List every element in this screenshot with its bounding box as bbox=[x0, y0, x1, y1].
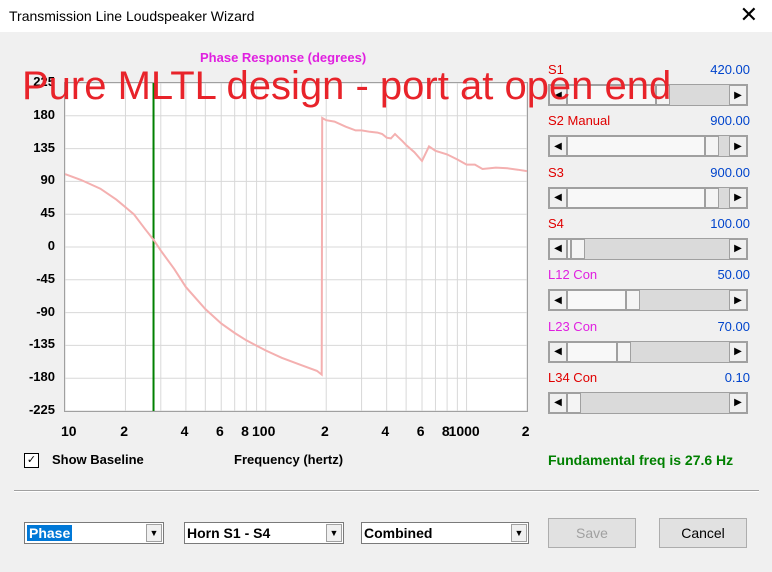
slider-scrollbar[interactable]: ◀ ▶ bbox=[548, 289, 748, 312]
y-tick-label: -45 bbox=[36, 270, 55, 286]
slider-label: L23 Con bbox=[548, 318, 598, 334]
chevron-down-icon[interactable]: ▼ bbox=[511, 524, 527, 542]
slider-label: S3 bbox=[548, 164, 564, 180]
arrow-left-icon[interactable]: ◀ bbox=[549, 238, 567, 259]
arrow-left-icon[interactable]: ◀ bbox=[549, 341, 567, 362]
slider-label: L12 Con bbox=[548, 267, 598, 283]
cancel-button[interactable]: Cancel bbox=[659, 518, 747, 548]
slider-track-fill bbox=[567, 136, 705, 157]
arrow-right-icon[interactable]: ▶ bbox=[729, 85, 747, 105]
x-tick-label: 6 bbox=[416, 423, 425, 439]
slider-track-fill bbox=[567, 290, 627, 311]
slider-scrollbar[interactable]: ◀ ▶ bbox=[548, 84, 748, 106]
slider-thumb[interactable] bbox=[655, 85, 670, 105]
slider-scrollbar[interactable]: ◀ ▶ bbox=[548, 186, 748, 209]
response-select[interactable]: Combined ▼ bbox=[361, 522, 529, 544]
x-tick-label: 2 bbox=[120, 423, 128, 439]
arrow-left-icon[interactable]: ◀ bbox=[549, 136, 567, 157]
slider-label: S4 bbox=[548, 215, 564, 231]
y-tick-label: 225 bbox=[33, 74, 55, 89]
plot-type-select[interactable]: Phase ▼ bbox=[24, 522, 164, 544]
slider-label: S1 bbox=[548, 62, 564, 77]
x-tick-label: 2 bbox=[521, 423, 530, 439]
x-tick-label: 10 bbox=[61, 423, 77, 439]
window-title: Transmission Line Loudspeaker Wizard bbox=[9, 8, 255, 24]
arrow-left-icon[interactable]: ◀ bbox=[549, 187, 567, 208]
slider-thumb[interactable] bbox=[567, 392, 581, 413]
frequency-label: Frequency (hertz) bbox=[234, 452, 344, 467]
slider-value: 70.00 bbox=[717, 318, 750, 334]
slider-value: 900.00 bbox=[710, 164, 750, 180]
save-button[interactable]: Save bbox=[548, 518, 636, 548]
arrow-right-icon[interactable]: ▶ bbox=[729, 187, 747, 208]
y-tick-label: -225 bbox=[28, 402, 55, 417]
plot-type-value: Phase bbox=[27, 525, 73, 541]
slider-value: 900.00 bbox=[710, 113, 750, 129]
y-tick-label: 135 bbox=[33, 139, 55, 155]
x-tick-label: 100 bbox=[252, 423, 276, 439]
arrow-right-icon[interactable]: ▶ bbox=[729, 238, 747, 259]
section-select[interactable]: Horn S1 - S4 ▼ bbox=[184, 522, 344, 544]
y-tick-label: -90 bbox=[36, 303, 55, 319]
slider-label: S2 Manual bbox=[548, 113, 611, 129]
slider-thumb[interactable] bbox=[617, 341, 632, 362]
arrow-left-icon[interactable]: ◀ bbox=[549, 85, 567, 105]
arrow-right-icon[interactable]: ▶ bbox=[729, 136, 747, 157]
close-icon[interactable]: ✕ bbox=[740, 4, 758, 26]
show-baseline-label[interactable]: Show Baseline bbox=[52, 452, 144, 467]
phase-plot bbox=[64, 82, 528, 412]
y-tick-label: 45 bbox=[40, 205, 55, 221]
y-tick-label: 180 bbox=[33, 106, 55, 122]
slider-scrollbar[interactable]: ◀ ▶ bbox=[548, 135, 748, 158]
fundamental-frequency-text: Fundamental freq is 27.6 Hz bbox=[548, 452, 734, 468]
slider-thumb[interactable] bbox=[704, 136, 719, 157]
show-baseline-checkbox[interactable]: ✓ bbox=[24, 453, 39, 468]
slider-track-fill bbox=[567, 85, 656, 105]
y-tick-label: 0 bbox=[47, 238, 55, 253]
x-tick-label: 1000 bbox=[448, 423, 480, 439]
slider-value: 100.00 bbox=[710, 215, 750, 231]
slider-thumb[interactable] bbox=[626, 290, 641, 311]
chevron-down-icon[interactable]: ▼ bbox=[326, 524, 342, 542]
arrow-right-icon[interactable]: ▶ bbox=[729, 392, 747, 413]
x-tick-label: 8 bbox=[241, 423, 249, 439]
y-tick-label: -135 bbox=[28, 336, 55, 352]
slider-scrollbar[interactable]: ◀ ▶ bbox=[548, 391, 748, 414]
arrow-right-icon[interactable]: ▶ bbox=[729, 290, 747, 311]
slider-value: 420.00 bbox=[710, 62, 750, 77]
response-value: Combined bbox=[364, 525, 433, 541]
section-value: Horn S1 - S4 bbox=[187, 525, 271, 541]
title-bar: Transmission Line Loudspeaker Wizard ✕ bbox=[0, 0, 772, 32]
phase-plot-svg bbox=[65, 83, 527, 411]
slider-scrollbar[interactable]: ◀ ▶ bbox=[548, 237, 748, 260]
slider-label: L34 Con bbox=[548, 369, 598, 385]
x-tick-label: 2 bbox=[320, 423, 329, 439]
slider-scrollbar[interactable]: ◀ ▶ bbox=[548, 340, 748, 363]
slider-value: 0.10 bbox=[724, 369, 750, 385]
arrow-right-icon[interactable]: ▶ bbox=[729, 341, 747, 362]
slider-thumb[interactable] bbox=[571, 238, 586, 259]
chevron-down-icon[interactable]: ▼ bbox=[146, 524, 162, 542]
slider-value: 50.00 bbox=[717, 267, 750, 283]
slider-track-fill bbox=[567, 187, 705, 208]
slider-track-fill bbox=[567, 341, 618, 362]
x-tick-label: 6 bbox=[215, 423, 224, 439]
y-tick-label: 90 bbox=[40, 172, 55, 188]
x-tick-label: 4 bbox=[381, 423, 390, 439]
x-tick-label: 4 bbox=[180, 423, 189, 439]
slider-thumb[interactable] bbox=[704, 187, 719, 208]
separator bbox=[14, 490, 759, 492]
chart-title: Phase Response (degrees) bbox=[200, 50, 367, 65]
y-tick-label: -180 bbox=[28, 369, 55, 385]
arrow-left-icon[interactable]: ◀ bbox=[549, 392, 567, 413]
arrow-left-icon[interactable]: ◀ bbox=[549, 290, 567, 311]
